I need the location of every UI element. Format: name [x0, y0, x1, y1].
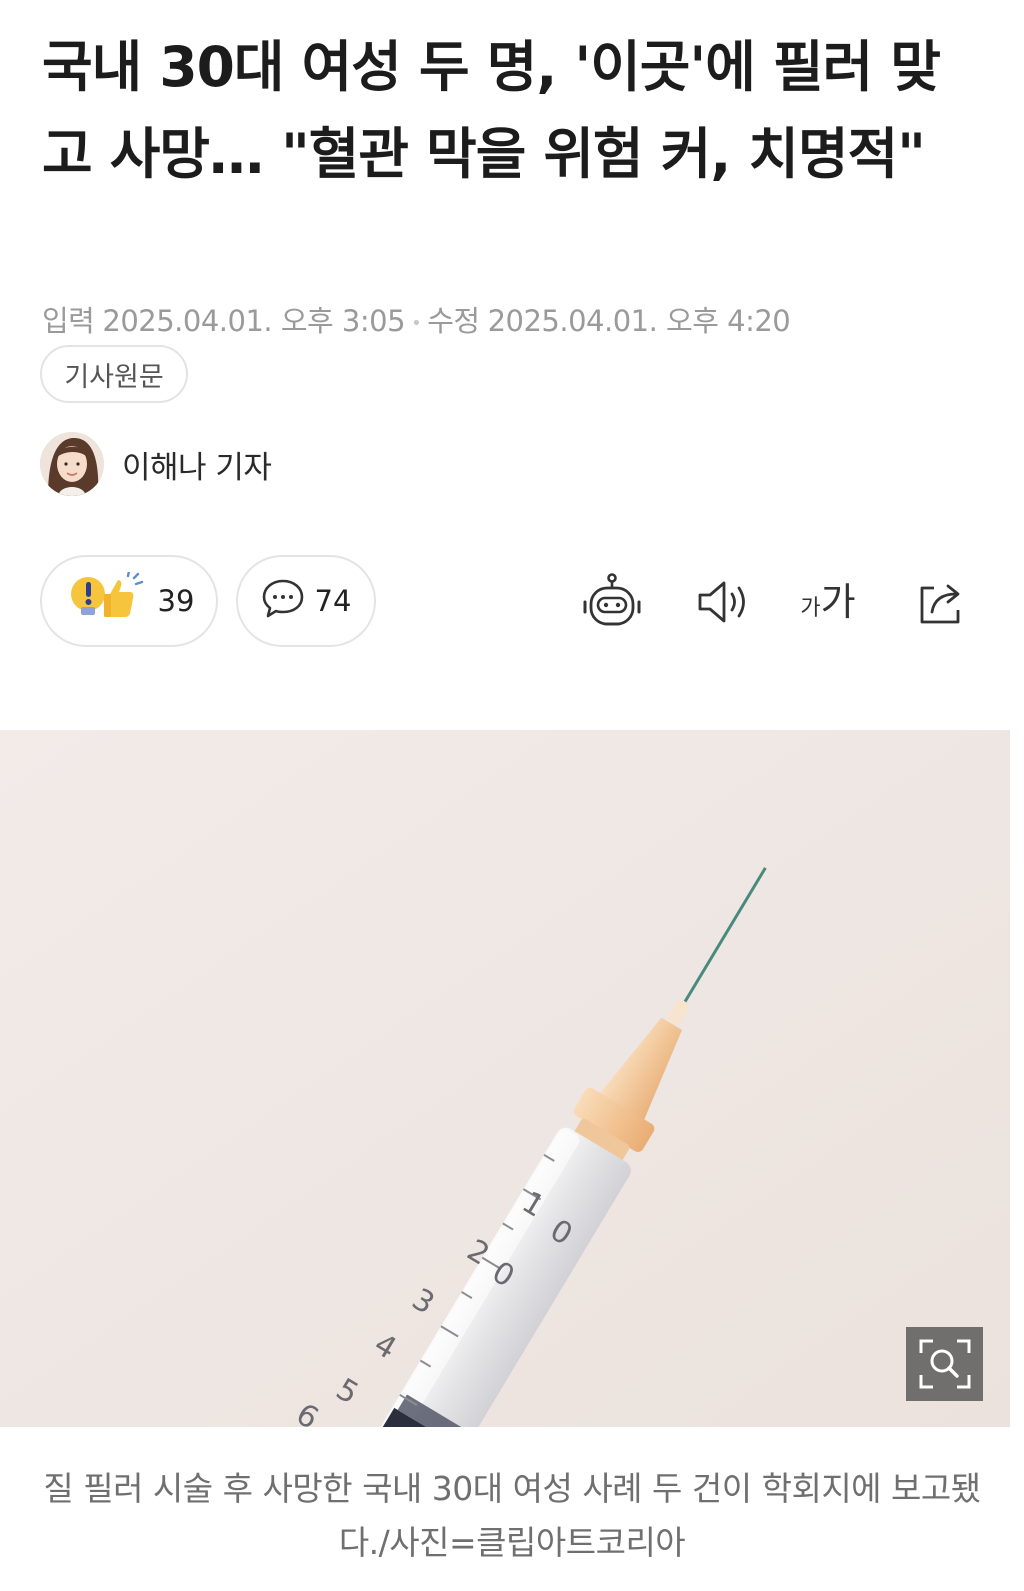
input-label: 입력 [42, 304, 95, 338]
syringe-illustration: 1 0 2 0 3 4 5 6 [0, 730, 1010, 1427]
photo-caption: 질 필러 시술 후 사망한 국내 30대 여성 사례 두 건이 학회지에 보고됐… [43, 1469, 981, 1562]
article-photo[interactable]: 1 0 2 0 3 4 5 6 [0, 730, 1010, 1427]
article-headline: 국내 30대 여성 두 명, '이곳'에 필러 맞고 사망… "혈관 막을 위험… [42, 35, 941, 186]
author-byline[interactable]: 이해나 기자 [40, 432, 272, 496]
comment-button[interactable]: 74 [236, 555, 376, 647]
author-name[interactable]: 이해나 기자 [122, 442, 272, 487]
font-size-large-glyph: 가 [820, 580, 856, 624]
comment-count: 74 [314, 584, 352, 618]
separator-dot: • [411, 312, 422, 334]
input-time: 2025.04.01. 오후 3:05 [102, 304, 406, 338]
edit-time: 2025.04.01. 오후 4:20 [487, 304, 791, 338]
edit-label: 수정 [427, 304, 480, 338]
speaker-icon [698, 581, 745, 623]
font-size-button[interactable]: 가가 [796, 570, 860, 634]
share-button[interactable] [908, 570, 972, 634]
ai-summary-button[interactable] [580, 570, 644, 634]
font-size-icon: 가가 [800, 583, 855, 621]
image-zoom-button[interactable] [906, 1327, 983, 1401]
comment-icon [261, 577, 305, 626]
author-avatar[interactable] [40, 432, 104, 496]
reaction-icon [64, 569, 148, 631]
reaction-count: 39 [157, 584, 195, 618]
font-size-small-glyph: 가 [800, 596, 821, 621]
robot-summary-icon [583, 573, 641, 626]
share-icon [920, 584, 960, 624]
article-timestamps: 입력 2025.04.01. 오후 3:05 • 수정 2025.04.01. 오후 4… [42, 298, 791, 340]
original-article-button[interactable]: 기사원문 [40, 345, 188, 403]
listen-button[interactable] [690, 570, 754, 634]
zoom-icon [919, 1339, 970, 1389]
reaction-button[interactable]: 39 [40, 555, 218, 647]
